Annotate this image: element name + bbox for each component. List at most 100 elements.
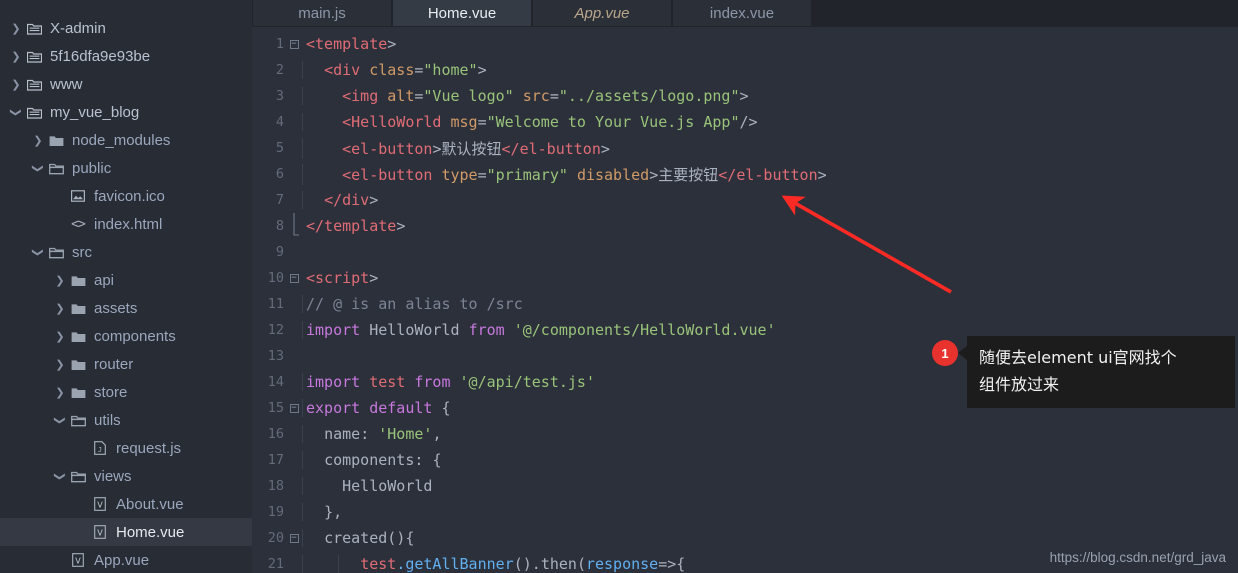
tree-item-request-js[interactable]: Jrequest.js bbox=[0, 434, 252, 462]
tree-item-label: request.js bbox=[116, 439, 182, 457]
chevron-right-icon[interactable]: ❯ bbox=[52, 302, 68, 315]
tree-item-www[interactable]: ❯ www bbox=[0, 70, 252, 98]
line-number: 13 bbox=[267, 348, 284, 364]
folder-icon bbox=[68, 274, 88, 287]
code-editor[interactable]: 1− <template> 2 <div class="home"> 3 <img a… bbox=[252, 27, 1238, 573]
tab-main-js[interactable]: main.js bbox=[252, 0, 392, 26]
tree-item-my-vue-blog[interactable]: ❯ my_vue_blog bbox=[0, 98, 252, 126]
code-line-text: </div> bbox=[302, 191, 378, 209]
code-line-text: <el-button>默认按钮</el-button> bbox=[302, 137, 610, 159]
watermark-url: https://blog.csdn.net/grd_java bbox=[1049, 550, 1226, 565]
indent-guide bbox=[302, 529, 303, 547]
project-file-tree[interactable]: ❯ X-admin ❯ 5f16dfa9e93be ❯ www ❯ my_vue_blog ❯ n… bbox=[0, 0, 252, 573]
tab-label: index.vue bbox=[709, 4, 775, 22]
chevron-right-icon[interactable]: ❯ bbox=[8, 22, 24, 35]
tree-item-public[interactable]: ❯ public bbox=[0, 154, 252, 182]
chevron-right-icon[interactable]: ❯ bbox=[30, 134, 46, 147]
fold-collapse-icon[interactable]: − bbox=[286, 39, 302, 49]
fold-collapse-icon[interactable]: − bbox=[286, 533, 302, 543]
tree-item-label: router bbox=[94, 355, 134, 373]
code-line[interactable]: 19 }, bbox=[252, 499, 1238, 525]
code-line-text: <script> bbox=[306, 269, 379, 287]
editor-tab-bar[interactable]: main.js Home.vue App.vue index.vue bbox=[252, 0, 1238, 27]
chevron-down-icon[interactable]: ❯ bbox=[54, 468, 67, 484]
chevron-down-icon[interactable]: ❯ bbox=[32, 244, 45, 260]
tree-item-components[interactable]: ❯ components bbox=[0, 322, 252, 350]
code-line[interactable]: 18 HelloWorld bbox=[252, 473, 1238, 499]
tree-item-home-vue[interactable]: V Home.vue bbox=[0, 518, 252, 546]
tree-item-app-vue[interactable]: V App.vue bbox=[0, 546, 252, 573]
chevron-down-icon[interactable]: ❯ bbox=[10, 104, 23, 120]
chevron-right-icon[interactable]: ❯ bbox=[8, 78, 24, 91]
fold-end-icon bbox=[286, 213, 302, 239]
code-line[interactable]: 7 </div> bbox=[252, 187, 1238, 213]
line-number: 19 bbox=[267, 504, 284, 520]
chevron-right-icon[interactable]: ❯ bbox=[52, 330, 68, 343]
tree-item-5f16dfa9e93be[interactable]: ❯ 5f16dfa9e93be bbox=[0, 42, 252, 70]
tree-item-views[interactable]: ❯ views bbox=[0, 462, 252, 490]
code-line-text: <div class="home"> bbox=[302, 61, 487, 79]
tree-item-label: node_modules bbox=[72, 131, 171, 149]
code-line[interactable]: 2 <div class="home"> bbox=[252, 57, 1238, 83]
folder-open-icon bbox=[46, 246, 66, 259]
code-line-text: export default { bbox=[302, 399, 451, 417]
code-line[interactable]: 10− <script> bbox=[252, 265, 1238, 291]
tree-item-store[interactable]: ❯ store bbox=[0, 378, 252, 406]
annotation-text-line-1: 随便去element ui官网找个 bbox=[979, 348, 1177, 367]
fold-collapse-icon[interactable]: − bbox=[286, 403, 302, 413]
chevron-right-icon[interactable]: ❯ bbox=[52, 358, 68, 371]
chevron-right-icon[interactable]: ❯ bbox=[8, 50, 24, 63]
tab-index-vue[interactable]: index.vue bbox=[672, 0, 812, 26]
tree-item-label: utils bbox=[94, 411, 121, 429]
code-line[interactable]: 11 // @ is an alias to /src bbox=[252, 291, 1238, 317]
code-line-text: created(){ bbox=[302, 529, 414, 547]
tree-item-router[interactable]: ❯ router bbox=[0, 350, 252, 378]
fold-collapse-icon[interactable]: − bbox=[286, 273, 302, 283]
code-line[interactable]: 5 <el-button>默认按钮</el-button> bbox=[252, 135, 1238, 161]
html-file-icon: <> bbox=[71, 216, 86, 232]
code-line[interactable]: 4 <HelloWorld msg="Welcome to Your Vue.j… bbox=[252, 109, 1238, 135]
tab-label: App.vue bbox=[574, 4, 630, 22]
code-line[interactable]: 8 </template> bbox=[252, 213, 1238, 239]
tree-item-assets[interactable]: ❯ assets bbox=[0, 294, 252, 322]
tree-item-x-admin[interactable]: ❯ X-admin bbox=[0, 14, 252, 42]
code-line[interactable]: 6 <el-button type="primary" disabled>主要按… bbox=[252, 161, 1238, 187]
code-line-text: <el-button type="primary" disabled>主要按钮<… bbox=[302, 163, 827, 185]
tree-item-about-vue[interactable]: V About.vue bbox=[0, 490, 252, 518]
code-line[interactable]: 17 components: { bbox=[252, 447, 1238, 473]
tree-item-favicon-ico[interactable]: favicon.ico bbox=[0, 182, 252, 210]
code-line-text: <template> bbox=[306, 35, 397, 53]
tab-label: main.js bbox=[298, 4, 346, 22]
code-line[interactable]: 9 bbox=[252, 239, 1238, 265]
line-number: 17 bbox=[267, 452, 284, 468]
tab-app-vue[interactable]: App.vue bbox=[532, 0, 672, 26]
code-line-text: HelloWorld bbox=[302, 477, 432, 495]
chevron-right-icon[interactable]: ❯ bbox=[52, 386, 68, 399]
code-line[interactable]: 16 name: 'Home', bbox=[252, 421, 1238, 447]
tree-item-src[interactable]: ❯ src bbox=[0, 238, 252, 266]
chevron-down-icon[interactable]: ❯ bbox=[54, 412, 67, 428]
tree-item-utils[interactable]: ❯ utils bbox=[0, 406, 252, 434]
code-line[interactable]: 1− <template> bbox=[252, 31, 1238, 57]
code-line-text: test.getAllBanner().then(response=>{ bbox=[302, 555, 685, 573]
indent-guide bbox=[338, 555, 339, 573]
code-line[interactable]: 3 <img alt="Vue logo" src="../assets/log… bbox=[252, 83, 1238, 109]
code-line[interactable]: 20− created(){ bbox=[252, 525, 1238, 551]
tab-home-vue[interactable]: Home.vue bbox=[392, 0, 532, 26]
vue-file-icon: V bbox=[90, 497, 110, 511]
folder-icon bbox=[68, 302, 88, 315]
tree-item-node-modules[interactable]: ❯ node_modules bbox=[0, 126, 252, 154]
tree-item-index-html[interactable]: <> index.html bbox=[0, 210, 252, 238]
line-number: 11 bbox=[267, 296, 284, 312]
chevron-down-icon[interactable]: ❯ bbox=[32, 160, 45, 176]
chevron-right-icon[interactable]: ❯ bbox=[52, 274, 68, 287]
code-line-text: import HelloWorld from '@/components/Hel… bbox=[302, 321, 776, 339]
folder-open-icon bbox=[46, 162, 66, 175]
indent-guide bbox=[302, 137, 303, 159]
indent-guide bbox=[302, 451, 303, 469]
folder-open-icon bbox=[68, 414, 88, 427]
indent-guide bbox=[302, 163, 303, 185]
indent-guide bbox=[302, 555, 303, 573]
tree-item-api[interactable]: ❯ api bbox=[0, 266, 252, 294]
tree-item-label: my_vue_blog bbox=[50, 103, 140, 121]
